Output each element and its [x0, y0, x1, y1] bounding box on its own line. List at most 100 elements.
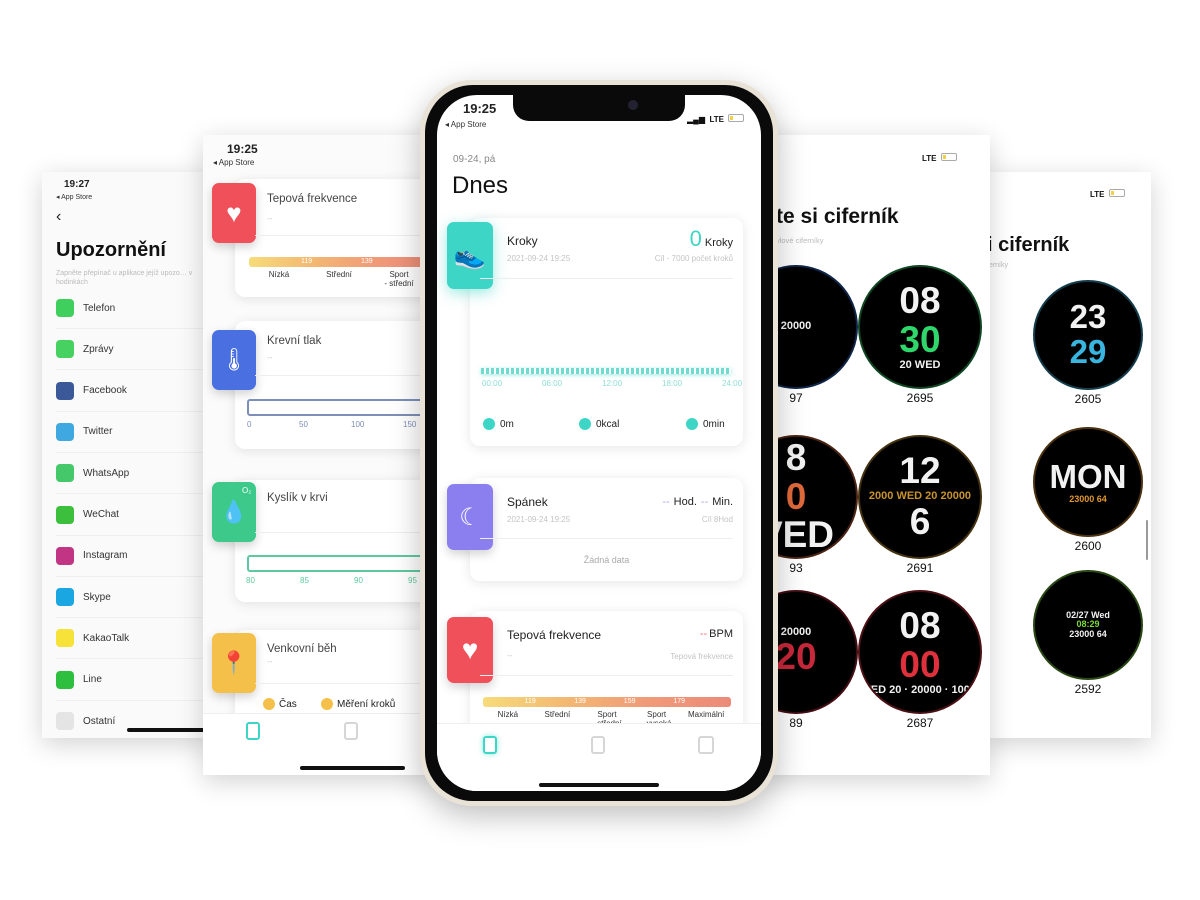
tab-bar [437, 723, 761, 791]
watchface-text: 29 [1069, 333, 1107, 370]
watchface-2695[interactable]: 08 30 20 WED [858, 265, 982, 389]
axis-tick-label: 00:00 [482, 379, 503, 388]
notification-item[interactable]: KakaoTalk [56, 618, 212, 660]
watchface-label: 2687 [906, 716, 934, 730]
notification-item[interactable]: Line [56, 660, 212, 701]
watchface-2691[interactable]: 12 2000 WED 20 20000 6 [858, 435, 982, 559]
watchface-label: 2605 [1074, 392, 1102, 406]
axis-tick-label: 0 [247, 420, 252, 429]
sleep-title: Spánek [507, 495, 548, 509]
watchface-text: 23 [1069, 298, 1107, 336]
phone-icon [56, 299, 74, 317]
notification-item[interactable]: WeChat [56, 495, 212, 536]
watchface-2592[interactable]: 02/27 Wed 08:29 23000 64 [1033, 570, 1143, 680]
page-title: i ciferník [987, 234, 1070, 256]
back-to-app-store[interactable]: ◂ App Store [213, 158, 254, 167]
heart-rate-subtitle: -- [507, 651, 513, 660]
status-network: LTE [922, 148, 957, 166]
notification-item[interactable]: Skype [56, 577, 212, 619]
heart-rate-value: -- BPM [699, 628, 733, 640]
sleep-card[interactable] [470, 478, 743, 581]
distance-stat: 0m [483, 418, 514, 430]
scrollbar[interactable] [1146, 520, 1148, 560]
notification-item[interactable]: WhatsApp [56, 453, 212, 495]
steps-card[interactable] [470, 218, 743, 446]
watchface-text: 0 [785, 475, 807, 517]
zone-tick-label: 179 [673, 698, 686, 705]
notification-item[interactable]: Instagram [56, 536, 212, 577]
twitter-icon [56, 422, 74, 441]
notification-item-label: Zprávy [83, 343, 114, 355]
notification-item[interactable]: Twitter [56, 412, 212, 453]
watchface-2600[interactable]: MON 23000 64 [1033, 427, 1143, 537]
notification-item-label: Ostatní [83, 715, 116, 727]
blood-oxygen-card[interactable] [235, 480, 433, 602]
messages-icon [56, 340, 74, 359]
page-title: Upozornění [56, 239, 166, 261]
run-stat-steps: Měření kroků [321, 698, 395, 710]
heart-rate-title: Tepová frekvence [267, 193, 358, 205]
notification-item[interactable]: Ostatní [56, 701, 212, 738]
date-label: 09-24, pá [453, 154, 496, 165]
heart-zone-bar [483, 697, 731, 707]
watchface-2605[interactable]: 23 29 [1033, 280, 1143, 390]
axis-tick-label: 85 [300, 576, 309, 585]
sleep-duration: -- Hod. -- Min. [662, 496, 733, 508]
battery-icon [940, 152, 957, 161]
zone-tick-label: 119 [301, 258, 313, 265]
zone-label: Střední [544, 710, 571, 719]
watchface-text: 23000 64 [1069, 628, 1107, 639]
heart-rate-label: Tepová frekvence [670, 652, 733, 661]
notification-item[interactable]: Facebook [56, 371, 212, 412]
home-indicator [127, 728, 212, 732]
moon-sleep-icon: ☾ [447, 484, 493, 550]
notification-item[interactable]: Telefon [56, 288, 212, 329]
zone-tick-label: 139 [574, 698, 586, 705]
kakaotalk-icon [56, 629, 74, 648]
watchface-label: 2695 [906, 391, 934, 405]
zone-label: Nízká [268, 270, 290, 279]
steps-title: Kroky [507, 234, 538, 248]
grid-icon [56, 712, 74, 730]
watchface-label: 2592 [1074, 682, 1102, 696]
heart-zone-bar [249, 257, 433, 267]
watchface-text: 23000 64 [1069, 493, 1107, 504]
zone-tick-label: 139 [361, 258, 373, 265]
status-network: LTE [1090, 184, 1125, 202]
tab-device-icon[interactable] [591, 736, 605, 754]
axis-tick-label: 150 [403, 420, 417, 429]
notification-item-label: Skype [83, 591, 111, 603]
instagram-icon [56, 546, 74, 565]
steps-timestamp: 2021-09-24 19:25 [507, 254, 571, 263]
clock-icon [263, 698, 275, 710]
back-chevron-icon[interactable]: ‹ [56, 208, 61, 226]
zone-label: Střední [326, 270, 352, 279]
tab-profile-icon[interactable] [698, 736, 714, 754]
home-indicator [300, 766, 405, 770]
blood-pressure-title: Krevní tlak [267, 335, 322, 347]
notification-item[interactable]: Zprávy [56, 329, 212, 371]
axis-tick-label: 12:00 [602, 379, 623, 388]
watchface-text: 08 [899, 280, 941, 322]
tab-today-icon[interactable] [246, 722, 260, 740]
blood-pressure-card[interactable] [235, 321, 433, 449]
page-subtitle: ylové ciferníky [776, 236, 824, 245]
back-to-app-store[interactable]: ◂ App Store [56, 193, 92, 201]
notification-item-label: Twitter [83, 426, 113, 438]
watchfaces-screen-b: LTE i ciferník ferníky 23 29 2605 MON 23000 … [985, 172, 1151, 738]
heart-icon: ♥ [447, 617, 493, 683]
watchface-2687[interactable]: 08 00 WED 20 · 20000 · 100% [858, 590, 982, 714]
tab-today-icon[interactable] [483, 736, 497, 754]
battery-icon [728, 113, 745, 122]
sleep-timestamp: 2021-09-24 19:25 [507, 515, 571, 524]
oxygen-badge: O₂ [242, 486, 252, 495]
watchface-text: 12 [899, 450, 941, 492]
status-network: ▂▄▆ LTE [687, 109, 745, 127]
duration-stat: 0min [686, 418, 725, 430]
watchface-text: 20000 [780, 320, 812, 333]
back-to-app-store[interactable]: ◂ App Store [445, 120, 486, 129]
heart-rate-title: Tepová frekvence [507, 628, 602, 642]
tab-device-icon[interactable] [344, 722, 358, 740]
home-indicator [539, 783, 659, 787]
notification-item-label: WhatsApp [83, 467, 130, 479]
